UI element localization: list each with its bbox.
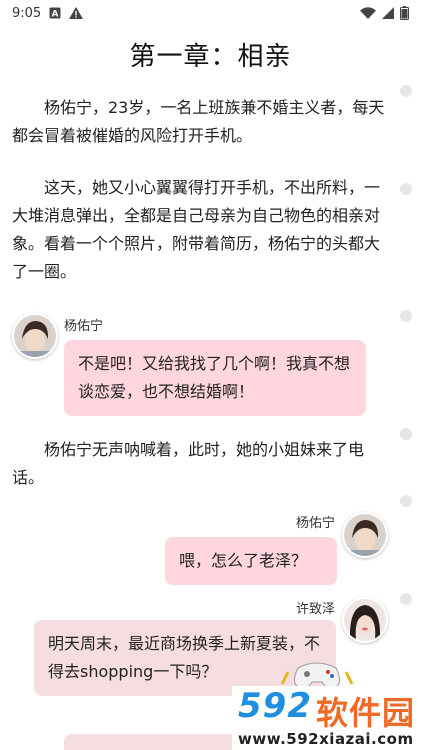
status-bar: 9:05 A bbox=[0, 0, 421, 26]
watermark-name: 软件园 bbox=[316, 694, 416, 732]
chapter-title: 第一章：相亲 bbox=[129, 42, 292, 72]
scroll-indicator-dot bbox=[400, 183, 412, 195]
status-right bbox=[360, 6, 409, 20]
speaker-name: 杨佑宁 bbox=[296, 516, 336, 531]
battery-icon bbox=[400, 6, 409, 20]
avatar-yang-youning[interactable] bbox=[12, 313, 58, 359]
scroll-indicator-dot bbox=[400, 310, 412, 322]
signal-icon bbox=[382, 7, 394, 19]
status-time: 9:05 bbox=[12, 5, 42, 21]
watermark-url: www.592xiazai.com bbox=[238, 730, 414, 748]
watermark: 592 软件园 www.592xiazai.com bbox=[232, 686, 421, 750]
watermark-logo: 592 bbox=[238, 686, 312, 726]
scroll-indicator-dot bbox=[400, 495, 412, 507]
scroll-indicator-dot bbox=[400, 85, 412, 97]
alert-triangle-icon bbox=[69, 7, 84, 19]
speaker-name: 许致泽 bbox=[296, 602, 336, 617]
chat-bubble-right: 喂，怎么了老泽？ bbox=[165, 537, 337, 585]
speaker-name: 杨佑宁 bbox=[64, 319, 104, 334]
svg-text:A: A bbox=[52, 10, 59, 20]
wifi-icon bbox=[360, 7, 376, 19]
story-paragraph-3: 杨佑宁无声呐喊着，此时，她的小姐妹来了电话。 bbox=[12, 440, 365, 487]
a-box-icon: A bbox=[49, 7, 61, 19]
story-paragraph-1: 杨佑宁，23岁，一名上班族兼不婚主义者，每天都会冒着被催婚的风险打开手机。 bbox=[12, 98, 385, 145]
scroll-indicator-dot bbox=[400, 428, 412, 440]
status-left: 9:05 A bbox=[12, 5, 84, 21]
avatar-yang-youning[interactable] bbox=[342, 512, 388, 558]
avatar-xu-zhize[interactable] bbox=[342, 597, 388, 643]
chat-bubble-left: 不是吧！又给我找了几个啊！我真不想谈恋爱，也不想结婚啊！ bbox=[64, 340, 366, 416]
scroll-indicator-dot bbox=[400, 593, 412, 605]
story-paragraph-2: 这天，她又小心翼翼得打开手机，不出所料，一大堆消息弹出，全都是自己母亲为自己物色… bbox=[12, 178, 381, 281]
